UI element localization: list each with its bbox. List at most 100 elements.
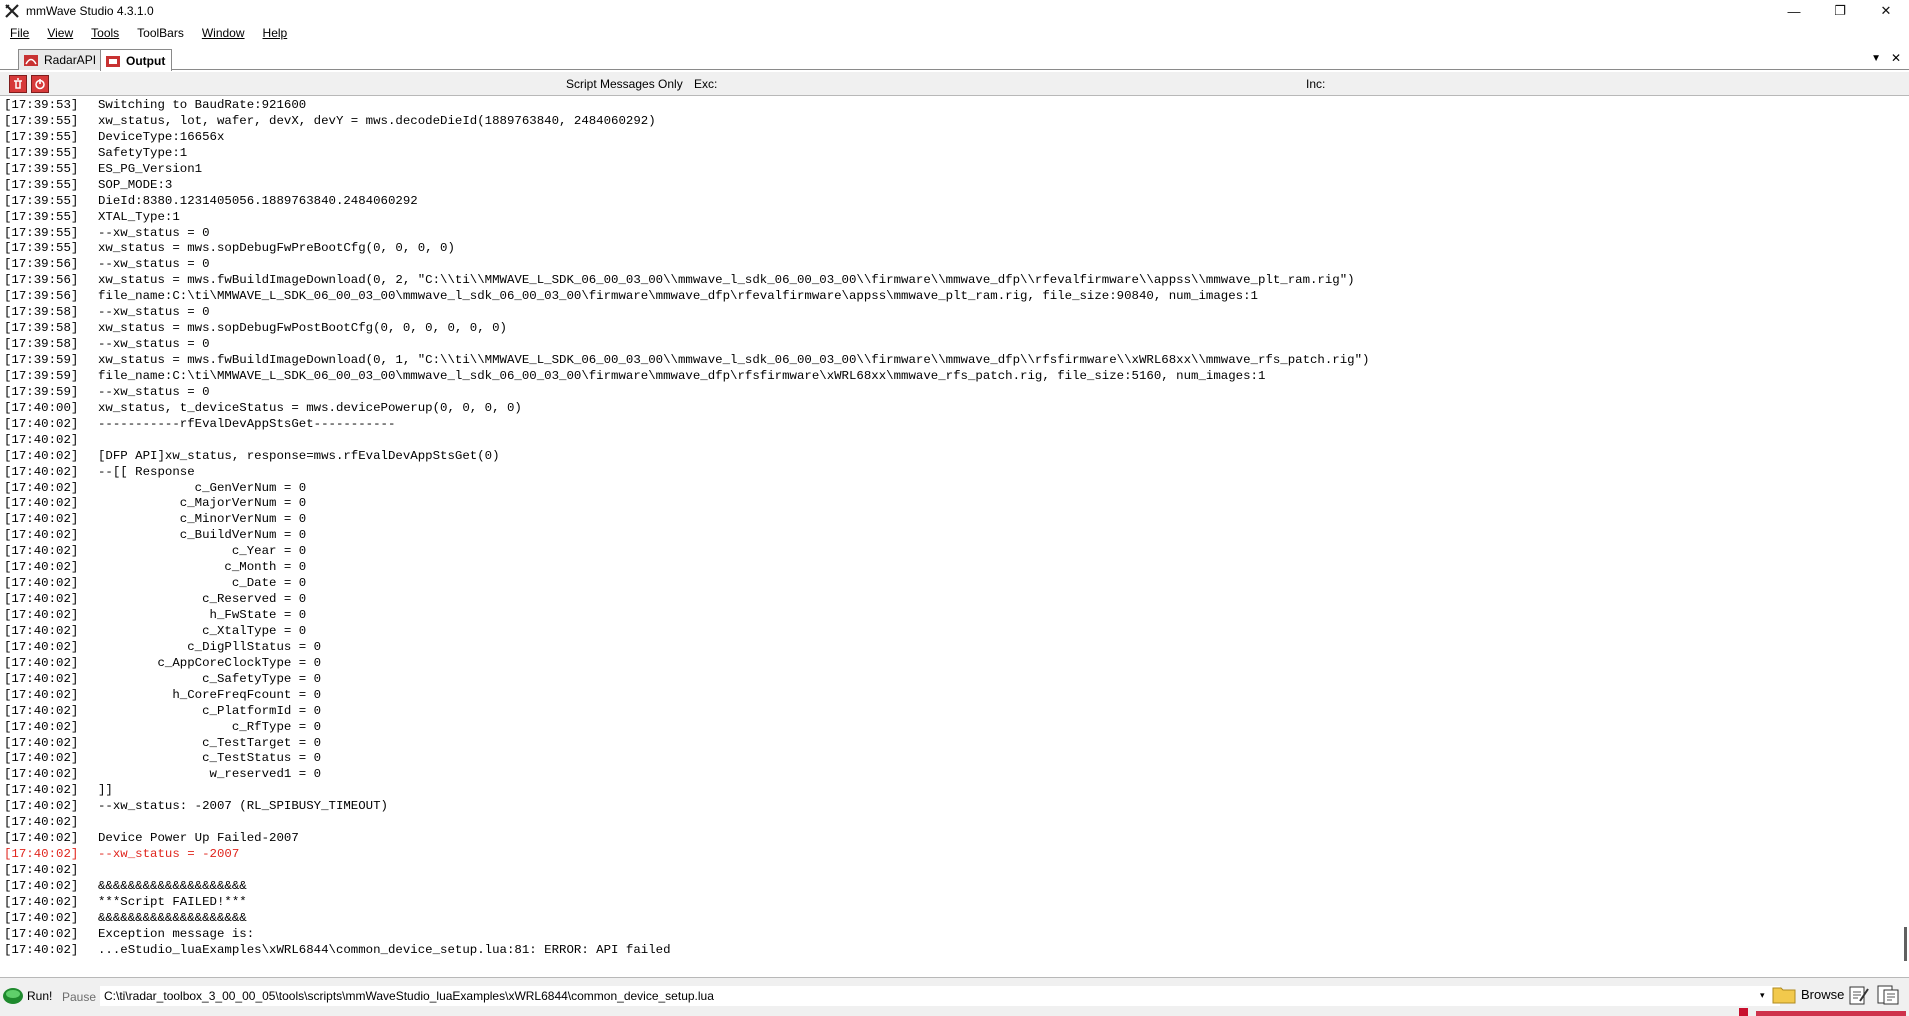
log-message: c_MajorVerNum = 0 <box>98 496 307 511</box>
log-message: c_Month = 0 <box>98 560 307 575</box>
log-timestamp: [17:39:56] <box>4 289 79 304</box>
mmwave-studio-window: mmWave Studio 4.3.1.0 — ❐ ✕ File View To… <box>0 0 1909 1016</box>
log-timestamp: [17:40:02] <box>4 910 79 925</box>
log-message: file_name:C:\ti\MMWAVE_L_SDK_06_00_03_00… <box>98 289 1258 304</box>
log-timestamp: [17:40:02] <box>4 894 79 909</box>
log-message: DieId:8380.1231405056.1889763840.2484060… <box>98 193 418 208</box>
log-timestamp: [17:39:55] <box>4 209 79 224</box>
log-message: c_BuildVerNum = 0 <box>98 528 307 543</box>
log-line: [17:40:02] --xw_status: -2007 (RL_SPIBUSY… <box>4 798 1370 814</box>
log-line: [17:40:02]]] <box>4 782 1370 798</box>
log-timestamp: [17:40:02] <box>4 878 79 893</box>
log-line: [17:40:02] [DFP API]xw_status, response=m… <box>4 448 1370 464</box>
menu-toolbars[interactable]: ToolBars <box>128 22 193 44</box>
log-timestamp: [17:39:58] <box>4 305 79 320</box>
close-tab-icon[interactable]: ✕ <box>1891 51 1901 65</box>
maximize-button[interactable]: ❐ <box>1817 0 1863 22</box>
log-line: [17:40:02] ***Script FAILED!*** <box>4 894 1370 910</box>
log-line: [17:39:55] XTAL_Type:1 <box>4 209 1370 225</box>
log-message: c_Reserved = 0 <box>98 592 307 607</box>
browse-label: Browse <box>1801 986 1845 1002</box>
log-message: Exception message is: <box>98 926 255 941</box>
log-timestamp: [17:40:02] <box>4 655 79 670</box>
exc-filter-input[interactable] <box>722 75 1292 93</box>
tab-list-dropdown-icon[interactable]: ▼ <box>1871 53 1881 64</box>
log-message: --xw_status: -2007 (RL_SPIBUSY_TIMEOUT) <box>98 799 388 814</box>
mmwave-app-icon <box>4 3 20 19</box>
minimize-button[interactable]: — <box>1771 0 1817 22</box>
log-message: c_AppCoreClockType = 0 <box>98 655 322 670</box>
log-line: [17:40:02] -----------rfEvalDevAppStsGet-… <box>4 416 1370 432</box>
log-timestamp: [17:40:02] <box>4 464 79 479</box>
tab-output-label: Output <box>126 53 166 68</box>
tab-output[interactable]: Output <box>100 49 173 71</box>
exc-label: Exc: <box>694 77 718 91</box>
window-controls: — ❐ ✕ <box>1771 0 1909 22</box>
log-timestamp: [17:40:02] <box>4 448 79 463</box>
log-timestamp: [17:40:00] <box>4 400 79 415</box>
log-message: c_MinorVerNum = 0 <box>98 512 307 527</box>
log-line: [17:40:02] <box>4 862 1370 878</box>
log-timestamp: [17:40:02] <box>4 639 79 654</box>
log-timestamp: [17:40:02] <box>4 608 79 622</box>
log-line: [17:39:55] xw_status = mws.sopDebugFwPreB… <box>4 240 1370 256</box>
log-message: &&&&&&&&&&&&&&&&&&&& <box>98 878 247 893</box>
log-line: [17:39:55] SafetyType:1 <box>4 145 1370 161</box>
menu-window[interactable]: Window <box>193 22 254 44</box>
run-script-button[interactable]: Run! <box>2 987 52 1005</box>
log-message: [DFP API]xw_status, response=mws.rfEvalD… <box>98 448 500 463</box>
log-timestamp: [17:40:02] <box>4 480 79 495</box>
clear-output-button[interactable] <box>9 75 27 93</box>
log-timestamp: [17:40:02] <box>4 926 79 941</box>
log-timestamp: [17:40:02] <box>4 576 79 591</box>
log-timestamp: [17:40:02] <box>4 815 79 830</box>
log-message: &&&&&&&&&&&&&&&&&&&& <box>98 910 247 925</box>
log-message: c_GenVerNum = 0 <box>98 480 307 495</box>
log-timestamp: [17:40:02] <box>4 783 79 798</box>
log-timestamp: [17:39:55] <box>4 225 79 240</box>
log-timestamp: [17:40:02] <box>4 496 79 511</box>
menu-tools[interactable]: Tools <box>82 22 128 44</box>
log-line: [17:39:59] xw_status = mws.fwBuildImageDo… <box>4 352 1370 368</box>
log-line: [17:39:55] SOP_MODE:3 <box>4 177 1370 193</box>
log-message: xw_status = mws.sopDebugFwPostBootCfg(0,… <box>98 321 507 336</box>
log-line: [17:40:02] c_MinorVerNum = 0 <box>4 511 1370 527</box>
script-path-dropdown-icon[interactable]: ▾ <box>1760 990 1765 1001</box>
browse-button[interactable]: Browse <box>1772 984 1844 1004</box>
close-window-button[interactable]: ✕ <box>1863 0 1909 22</box>
log-message: file_name:C:\ti\MMWAVE_L_SDK_06_00_03_00… <box>98 368 1266 383</box>
log-message: xw_status = mws.fwBuildImageDownload(0, … <box>98 353 1370 367</box>
log-line: [17:39:56] --xw_status = 0 <box>4 256 1370 272</box>
output-filter-bar: Script Messages Only Exc: Inc: <box>0 72 1909 96</box>
log-line: [17:40:02] Device Power Up Failed-2007 <box>4 830 1370 846</box>
stop-output-button[interactable] <box>31 75 49 93</box>
output-console[interactable]: [17:39:53] Switching to BaudRate:921600 [1… <box>0 97 1909 977</box>
script-path-input[interactable] <box>100 986 1780 1006</box>
run-icon <box>3 988 23 1004</box>
inc-filter-input[interactable] <box>1332 75 1892 93</box>
log-timestamp: [17:39:59] <box>4 368 79 383</box>
menu-file-label: File <box>10 26 30 40</box>
log-timestamp: [17:39:56] <box>4 257 79 272</box>
log-line: [17:40:02] ...eStudio_luaExamples\xWRL684… <box>4 942 1370 958</box>
log-line: [17:40:02] &&&&&&&&&&&&&&&&&&&& <box>4 878 1370 894</box>
pause-script-button[interactable]: Pause <box>62 990 96 1004</box>
log-timestamp: [17:40:02] <box>4 735 79 750</box>
log-message: w_reserved1 = 0 <box>98 767 322 782</box>
menu-file[interactable]: File <box>0 22 38 44</box>
tab-radarapi[interactable]: RadarAPI <box>18 49 104 70</box>
menu-view[interactable]: View <box>38 22 82 44</box>
log-line: [17:40:02] c_MajorVerNum = 0 <box>4 495 1370 511</box>
script-messages-only-toggle[interactable]: Script Messages Only <box>566 77 683 91</box>
console-scrollbar-thumb[interactable] <box>1904 927 1907 961</box>
log-message: h_FwState = 0 <box>98 608 307 622</box>
log-line: [17:39:55] --xw_status = 0 <box>4 225 1370 241</box>
document-tab-bar: RadarAPI Output ▼ ✕ <box>0 48 1909 71</box>
log-timestamp: [17:39:56] <box>4 273 79 288</box>
texas-instruments-logo <box>1739 1008 1906 1016</box>
log-line: [17:40:02] c_Date = 0 <box>4 575 1370 591</box>
open-editor-icon[interactable] <box>1876 984 1900 1006</box>
menu-help[interactable]: Help <box>254 22 297 44</box>
edit-script-icon[interactable] <box>1848 984 1870 1006</box>
log-message: SOP_MODE:3 <box>98 177 173 192</box>
